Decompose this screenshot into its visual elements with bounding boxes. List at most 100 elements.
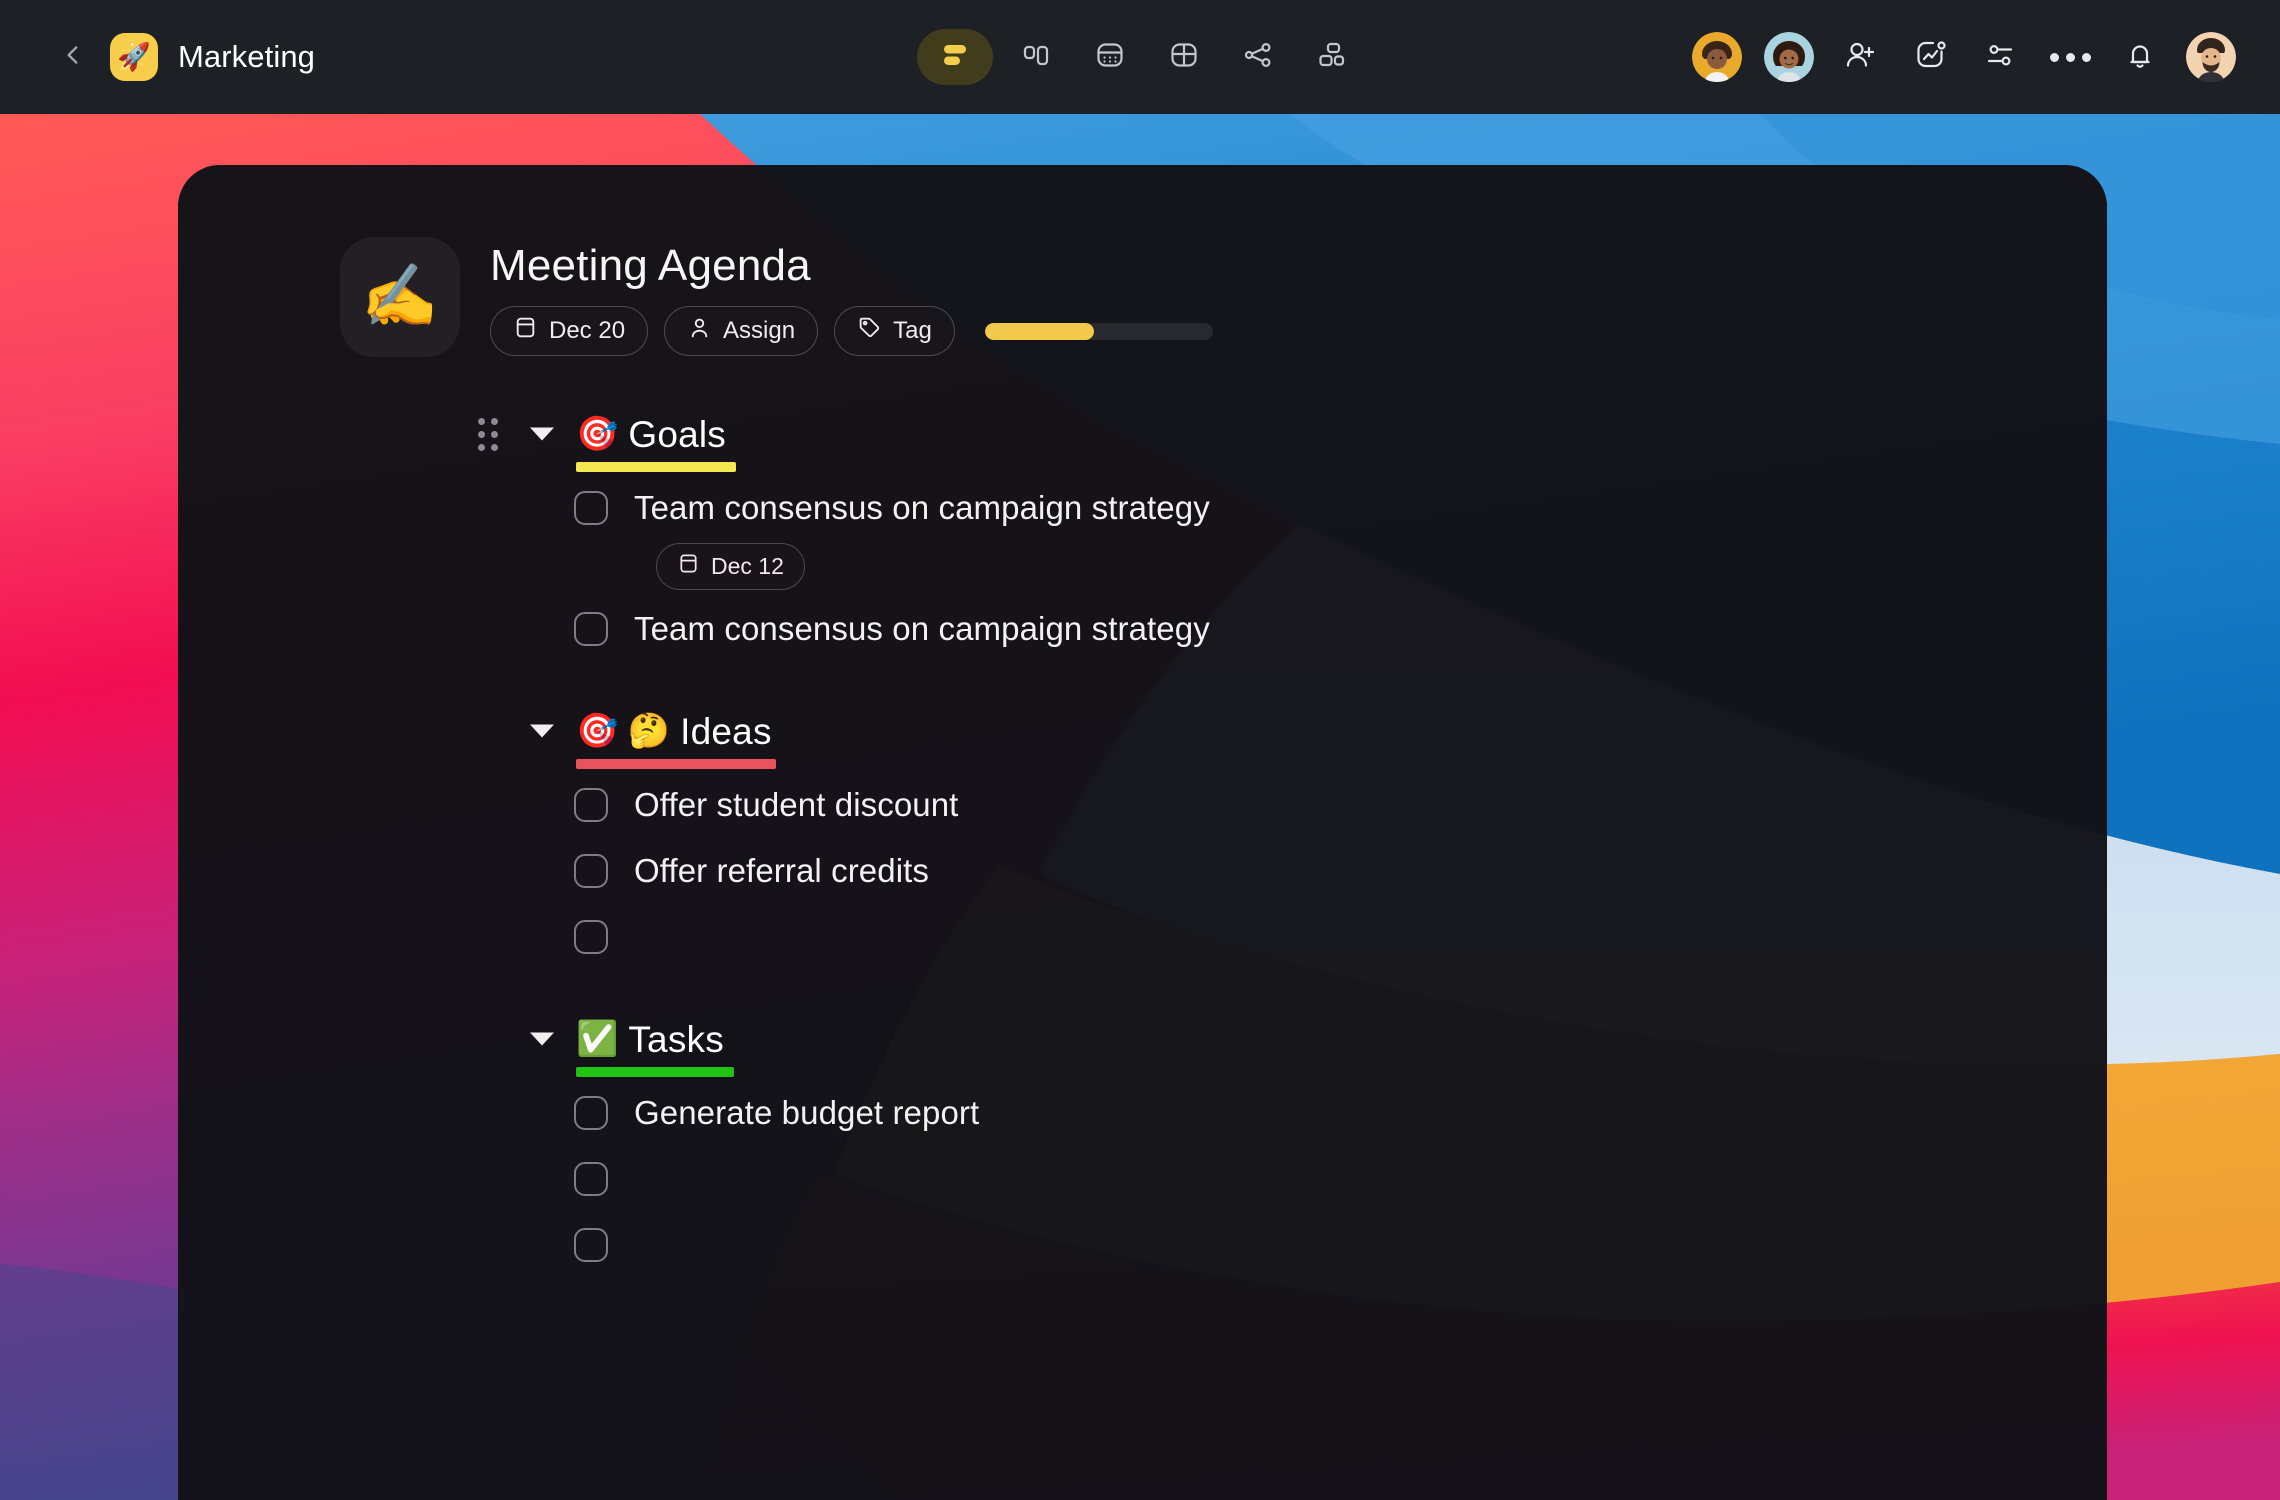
drag-handle-icon[interactable] bbox=[478, 418, 498, 451]
todo-row[interactable]: Team consensus on campaign strategy bbox=[178, 475, 2107, 541]
project-title: Marketing bbox=[178, 39, 316, 74]
section-emoji-icon: ✅ bbox=[576, 1020, 619, 1058]
todo-text[interactable]: Offer referral credits bbox=[634, 851, 929, 891]
chevron-down-icon[interactable] bbox=[530, 724, 554, 738]
todo-checkbox[interactable] bbox=[574, 1162, 608, 1196]
due-date-chip[interactable]: Dec 20 bbox=[490, 306, 649, 357]
todo-sub-row: Dec 12 bbox=[178, 541, 2107, 596]
chevron-down-icon[interactable] bbox=[530, 1032, 554, 1046]
todo-row[interactable] bbox=[178, 904, 2107, 970]
todo-date-chip[interactable]: Dec 12 bbox=[656, 543, 805, 590]
todo-row[interactable] bbox=[178, 1212, 2107, 1278]
ellipsis-icon bbox=[2049, 52, 2091, 62]
document-header-text: Meeting Agenda Dec 20 Assign Tag bbox=[490, 233, 1213, 357]
todo-list-goals: Team consensus on campaign strategy Dec … bbox=[178, 465, 2107, 662]
section-goals: 🎯 Goals Team consensus on campaign strateg… bbox=[178, 403, 2107, 662]
rocket-icon: 🚀 bbox=[117, 41, 151, 72]
progress-bar[interactable] bbox=[984, 322, 1213, 340]
todo-list-ideas: Offer student discount Offer referral cre… bbox=[178, 762, 2107, 970]
section-title-wrap[interactable]: 🎯 🤔 Ideas bbox=[576, 710, 776, 769]
section-title-wrap[interactable]: ✅ Tasks bbox=[576, 1020, 734, 1077]
todo-row[interactable]: Generate budget report bbox=[178, 1080, 2107, 1146]
desktop: 🚀 Marketing ✍️ Meeting Agenda Dec 20 Ass… bbox=[0, 0, 2280, 1500]
todo-row[interactable]: Offer student discount bbox=[178, 772, 2107, 838]
todo-checkbox[interactable] bbox=[574, 1096, 608, 1130]
assign-chip[interactable]: Assign bbox=[664, 306, 819, 357]
view-button-list[interactable] bbox=[917, 29, 993, 85]
member-avatar-1[interactable] bbox=[1692, 32, 1742, 82]
person-icon bbox=[687, 315, 712, 347]
section-header-goals: 🎯 Goals bbox=[178, 403, 2107, 472]
document-meta-row: Dec 20 Assign Tag bbox=[490, 306, 1213, 357]
calendar-dots-icon bbox=[1090, 35, 1130, 80]
todo-list-tasks: Generate budget report bbox=[178, 1070, 2107, 1278]
member-avatar-2[interactable] bbox=[1764, 32, 1814, 82]
chevron-left-icon bbox=[60, 42, 86, 73]
more-options-button[interactable] bbox=[2046, 33, 2094, 81]
list-view-icon bbox=[935, 35, 975, 80]
toolbar-right-group bbox=[1692, 32, 2236, 82]
document-emoji-tile[interactable]: ✍️ bbox=[340, 237, 460, 357]
todo-text[interactable]: Offer student discount bbox=[634, 785, 958, 825]
view-button-calendar[interactable] bbox=[1079, 29, 1141, 85]
view-button-dashboard[interactable] bbox=[1301, 29, 1363, 85]
project-emoji-badge[interactable]: 🚀 bbox=[110, 33, 158, 81]
section-underline bbox=[576, 461, 736, 472]
sliders-icon bbox=[1980, 35, 2020, 80]
todo-text[interactable]: Team consensus on campaign strategy bbox=[634, 609, 1210, 649]
todo-checkbox[interactable] bbox=[574, 491, 608, 525]
todo-date-label: Dec 12 bbox=[711, 553, 784, 579]
share-nodes-icon bbox=[1238, 35, 1278, 80]
todo-text[interactable]: Team consensus on campaign strategy bbox=[634, 488, 1210, 528]
tag-icon bbox=[857, 315, 882, 347]
board-columns-icon bbox=[1016, 35, 1056, 80]
bell-icon bbox=[2120, 35, 2160, 80]
due-date-label: Dec 20 bbox=[549, 317, 626, 345]
todo-checkbox[interactable] bbox=[574, 854, 608, 888]
account-avatar[interactable] bbox=[2186, 32, 2236, 82]
todo-checkbox[interactable] bbox=[574, 612, 608, 646]
calendar-icon bbox=[677, 552, 700, 581]
view-switcher bbox=[917, 29, 1363, 85]
blocks-icon bbox=[1312, 35, 1352, 80]
back-button[interactable] bbox=[56, 40, 90, 74]
section-header-tasks: ✅ Tasks bbox=[178, 1008, 2107, 1077]
todo-checkbox[interactable] bbox=[574, 1228, 608, 1262]
document-header: ✍️ Meeting Agenda Dec 20 Assign Tag bbox=[178, 165, 2107, 357]
todo-checkbox[interactable] bbox=[574, 788, 608, 822]
section-header-ideas: 🎯 🤔 Ideas bbox=[178, 700, 2107, 769]
section-tasks: ✅ Tasks Generate budget report bbox=[178, 1008, 2107, 1278]
notifications-button[interactable] bbox=[2116, 33, 2164, 81]
chevron-down-icon[interactable] bbox=[530, 427, 554, 441]
section-ideas: 🎯 🤔 Ideas Offer student discount Offer refe… bbox=[178, 700, 2107, 970]
section-underline bbox=[576, 758, 776, 769]
page-title: Meeting Agenda bbox=[490, 241, 811, 290]
calendar-icon bbox=[513, 315, 538, 347]
document-body: ✍️ Meeting Agenda Dec 20 Assign Tag 🎯 Go… bbox=[178, 165, 2107, 1500]
todo-text[interactable]: Generate budget report bbox=[634, 1093, 979, 1133]
todo-checkbox[interactable] bbox=[574, 920, 608, 954]
assign-label: Assign bbox=[723, 317, 796, 345]
filter-settings-button[interactable] bbox=[1976, 33, 2024, 81]
activity-button[interactable] bbox=[1906, 33, 1954, 81]
todo-row[interactable] bbox=[178, 1146, 2107, 1212]
progress-bar-fill bbox=[984, 322, 1095, 340]
section-title: Ideas bbox=[680, 710, 772, 752]
section-title-wrap[interactable]: 🎯 Goals bbox=[576, 413, 736, 472]
todo-row[interactable]: Team consensus on campaign strategy bbox=[178, 596, 2107, 662]
activity-chart-icon bbox=[1910, 35, 1950, 80]
section-list: 🎯 Goals Team consensus on campaign strateg… bbox=[178, 357, 2107, 1278]
tag-chip[interactable]: Tag bbox=[834, 306, 955, 357]
section-emoji-icon: 🎯 bbox=[576, 415, 619, 453]
writing-hand-icon: ✍️ bbox=[361, 262, 439, 331]
toolbar-left-group: 🚀 Marketing bbox=[0, 33, 315, 81]
view-button-map[interactable] bbox=[1227, 29, 1289, 85]
view-button-board[interactable] bbox=[1005, 29, 1067, 85]
view-button-table[interactable] bbox=[1153, 29, 1215, 85]
todo-row[interactable]: Offer referral credits bbox=[178, 838, 2107, 904]
user-plus-icon bbox=[1840, 35, 1880, 80]
section-title: Goals bbox=[628, 413, 726, 455]
top-toolbar: 🚀 Marketing bbox=[0, 0, 2280, 114]
table-grid-icon bbox=[1164, 35, 1204, 80]
invite-member-button[interactable] bbox=[1836, 33, 1884, 81]
